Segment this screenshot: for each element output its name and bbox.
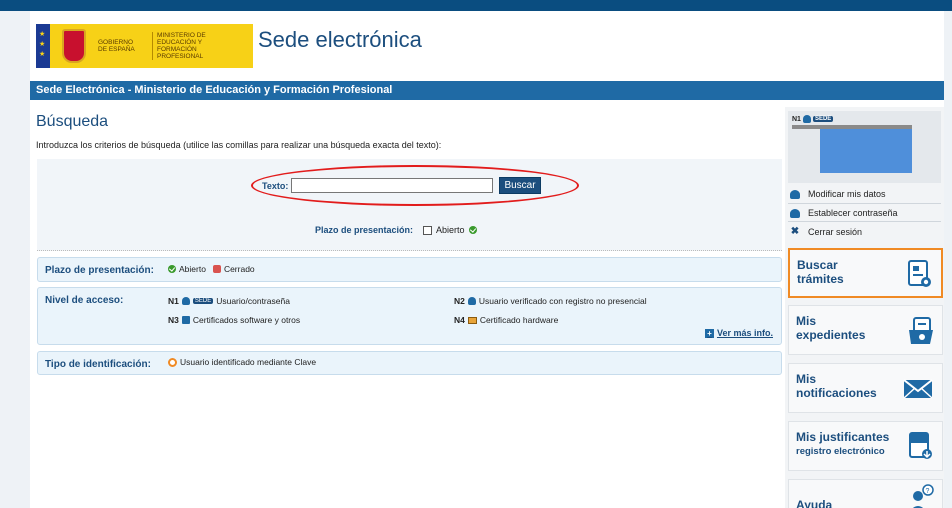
coat-of-arms-icon xyxy=(62,29,86,63)
nivel-legend-title: Nivel de acceso: xyxy=(45,295,124,306)
box-title: Buscar trámites xyxy=(797,258,844,286)
nivel-code: N2 xyxy=(454,296,465,306)
sede-badge: SEDE xyxy=(812,116,834,122)
nivel-n1: N1 SEDE Usuario/contraseña xyxy=(168,296,290,306)
box-title: Mis justificantes xyxy=(796,430,890,444)
clave-icon xyxy=(168,357,177,367)
plazo-label: Plazo de presentación: xyxy=(315,225,414,235)
nivel-legend: Nivel de acceso: N1 SEDE Usuario/contras… xyxy=(37,287,782,345)
plus-icon: + xyxy=(704,328,714,338)
nivel-text: Certificado hardware xyxy=(479,315,559,325)
user-info-redacted xyxy=(820,129,912,173)
buscar-tramites-button[interactable]: Buscar trámites xyxy=(788,248,943,298)
menu-label: Establecer contraseña xyxy=(808,208,898,218)
nivel-code: N4 xyxy=(454,315,465,325)
site-title: Sede electrónica xyxy=(258,27,422,52)
ver-mas-text: Ver más info. xyxy=(716,328,773,338)
tipo-legend-title: Tipo de identificación: xyxy=(45,359,151,370)
page-container: GOBIERNO DE ESPAÑA MINISTERIO DE EDUCACI… xyxy=(30,11,944,508)
legend-cerrado-text: Cerrado xyxy=(223,264,255,274)
box-title: Ayuda xyxy=(796,498,833,508)
section-bar: Sede Electrónica - Ministerio de Educaci… xyxy=(30,81,944,100)
user-panel: N1 SEDE xyxy=(788,111,941,183)
open-status-icon xyxy=(468,226,477,234)
search-document-icon xyxy=(908,260,931,287)
plazo-legend: Plazo de presentación: Abierto Cerrado xyxy=(37,257,782,282)
tipo-item: Usuario identificado mediante Clave xyxy=(168,357,316,367)
menu-label: Modificar mis datos xyxy=(808,189,886,199)
nivel-code: N1 xyxy=(168,296,179,306)
help-user-icon: ? xyxy=(912,484,934,508)
user-key-icon xyxy=(790,208,800,218)
closed-status-icon xyxy=(212,265,221,273)
nivel-text: Usuario verificado con registro no prese… xyxy=(478,296,647,306)
top-bar xyxy=(0,0,952,11)
search-button[interactable]: Buscar xyxy=(499,177,541,194)
search-form: Texto: Buscar Plazo de presentación: Abi… xyxy=(37,159,782,251)
abierto-label: Abierto xyxy=(436,225,465,235)
abierto-checkbox[interactable] xyxy=(423,225,433,235)
menu-cerrar-sesion[interactable]: ✖ Cerrar sesión xyxy=(790,226,940,237)
nivel-n2: N2 Usuario verificado con registro no pr… xyxy=(454,296,647,306)
legend-abierto: Abierto Cerrado xyxy=(168,264,255,274)
divider xyxy=(788,221,941,222)
government-logo[interactable]: GOBIERNO DE ESPAÑA MINISTERIO DE EDUCACI… xyxy=(36,24,253,68)
menu-modificar-datos[interactable]: Modificar mis datos xyxy=(790,189,940,199)
tipo-text: Usuario identificado mediante Clave xyxy=(180,357,317,367)
menu-establecer-contrasena[interactable]: Establecer contraseña xyxy=(790,208,940,218)
user-icon xyxy=(802,115,811,123)
ministerio-label: MINISTERIO DE EDUCACIÓN Y FORMACIÓN PROF… xyxy=(152,32,242,60)
sede-badge: SEDE xyxy=(192,298,214,304)
certificate-icon xyxy=(181,316,190,324)
header: GOBIERNO DE ESPAÑA MINISTERIO DE EDUCACI… xyxy=(30,11,944,79)
folder-icon xyxy=(909,317,933,344)
user-icon xyxy=(181,297,190,305)
mis-justificantes-button[interactable]: Mis justificantes registro electrónico xyxy=(788,421,943,471)
mis-notificaciones-button[interactable]: Mis notificaciones xyxy=(788,363,943,413)
page-title: Búsqueda xyxy=(36,113,109,130)
box-subtitle: registro electrónico xyxy=(796,446,885,457)
legend-abierto-text: Abierto xyxy=(179,264,206,274)
open-status-icon xyxy=(168,265,176,273)
plazo-filter: Plazo de presentación: Abierto xyxy=(315,225,477,235)
gobierno-label: GOBIERNO DE ESPAÑA xyxy=(98,39,135,53)
texto-label: Texto: xyxy=(262,181,289,191)
user-edit-icon xyxy=(790,189,800,199)
user-level: N1 SEDE xyxy=(792,115,834,123)
nivel-text: Usuario/contraseña xyxy=(216,296,290,306)
divider xyxy=(788,203,941,204)
plazo-legend-title: Plazo de presentación: xyxy=(45,265,154,276)
ayuda-button[interactable]: Ayuda ? xyxy=(788,479,943,508)
nivel-text: Certificados software y otros xyxy=(192,315,301,325)
mis-expedientes-button[interactable]: Mis expedientes xyxy=(788,305,943,355)
ver-mas-link[interactable]: + Ver más info. xyxy=(704,328,773,338)
menu-label: Cerrar sesión xyxy=(808,226,863,237)
box-title: Mis expedientes xyxy=(796,314,866,342)
mail-icon xyxy=(903,379,933,399)
main-content: Búsqueda Introduzca los criterios de bús… xyxy=(30,107,782,508)
nivel-n4: N4 Certificado hardware xyxy=(454,315,558,325)
nivel-n3: N3 Certificados software y otros xyxy=(168,315,300,325)
nivel-code: N3 xyxy=(168,315,179,325)
svg-text:?: ? xyxy=(926,488,930,495)
search-intro: Introduzca los criterios de búsqueda (ut… xyxy=(36,140,442,150)
eu-flag-icon xyxy=(36,24,50,68)
tipo-legend: Tipo de identificación: Usuario identifi… xyxy=(37,351,782,375)
close-icon: ✖ xyxy=(790,226,800,237)
receipt-download-icon xyxy=(909,432,932,459)
verified-user-icon xyxy=(467,297,476,305)
search-input[interactable] xyxy=(291,178,493,193)
user-level-code: N1 xyxy=(792,115,801,123)
hardware-certificate-icon xyxy=(467,316,477,324)
sidebar: N1 SEDE Modificar mis datos Establecer c… xyxy=(785,107,944,508)
box-title: Mis notificaciones xyxy=(796,372,877,400)
